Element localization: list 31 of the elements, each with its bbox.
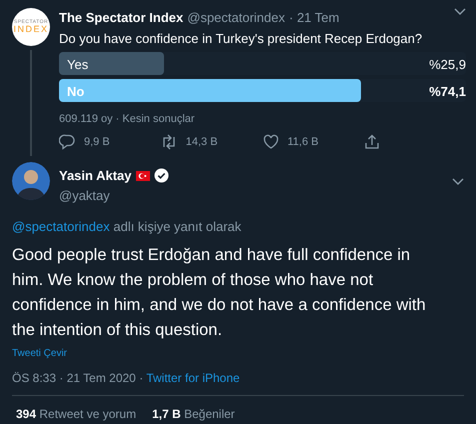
turkish-flag-icon	[136, 170, 150, 181]
reply-icon[interactable]	[59, 134, 75, 150]
action-count: 9,9 B	[84, 134, 110, 150]
engagement-stat[interactable]: 394 Retweet ve yorum	[16, 404, 136, 422]
logo-text: INDEX	[13, 25, 48, 34]
poll-percent: %74,1	[429, 83, 466, 101]
author-handle[interactable]: @yaktay	[59, 186, 443, 205]
tweet-date[interactable]: · 21 Tem	[289, 8, 340, 28]
author-handle[interactable]: @spectatorindex	[187, 8, 285, 28]
retweet-icon[interactable]	[160, 134, 177, 150]
source-link[interactable]: Twitter for iPhone	[146, 370, 240, 384]
poll-option-label: No	[67, 83, 84, 101]
action-count: 14,3 B	[186, 134, 218, 150]
mention-link[interactable]: @spectatorindex	[12, 219, 110, 234]
avatar-silhouette[interactable]	[12, 162, 50, 200]
vote-count: 609.119 oy · Kesin sonuçlar	[59, 112, 196, 127]
chevron-down-icon[interactable]	[452, 178, 464, 186]
author-name[interactable]: Yasin Aktay	[59, 166, 132, 186]
tweet-timestamp: ÖS 8:33 · 21 Tem 2020 · Twitter for iPhone	[12, 368, 464, 396]
poll-option-label: Yes	[67, 56, 88, 74]
translate-link[interactable]: Tweeti Çevir	[12, 346, 464, 360]
poll-question: Do you have confidence in Turkey's president Recep Erdogan?	[59, 30, 424, 48]
heart-icon[interactable]	[262, 134, 278, 150]
reply-context: @spectatorindex adlı kişiye yanıt olarak	[12, 218, 242, 236]
share-icon[interactable]	[364, 134, 380, 150]
action-count: 11,6 B	[288, 134, 318, 150]
chevron-down-icon[interactable]	[454, 8, 466, 16]
tweet-text: Good people trust Erdoğan and have full confidence in him. We know the problem of those who have not confidence in him, and we do not have a confidence with the intention of this question.	[12, 244, 427, 340]
poll-percent: %25,9	[429, 56, 466, 74]
author-name[interactable]: The Spectator Index	[59, 8, 184, 28]
engagement-stat[interactable]: 1,7 B Beğeniler	[152, 404, 235, 422]
